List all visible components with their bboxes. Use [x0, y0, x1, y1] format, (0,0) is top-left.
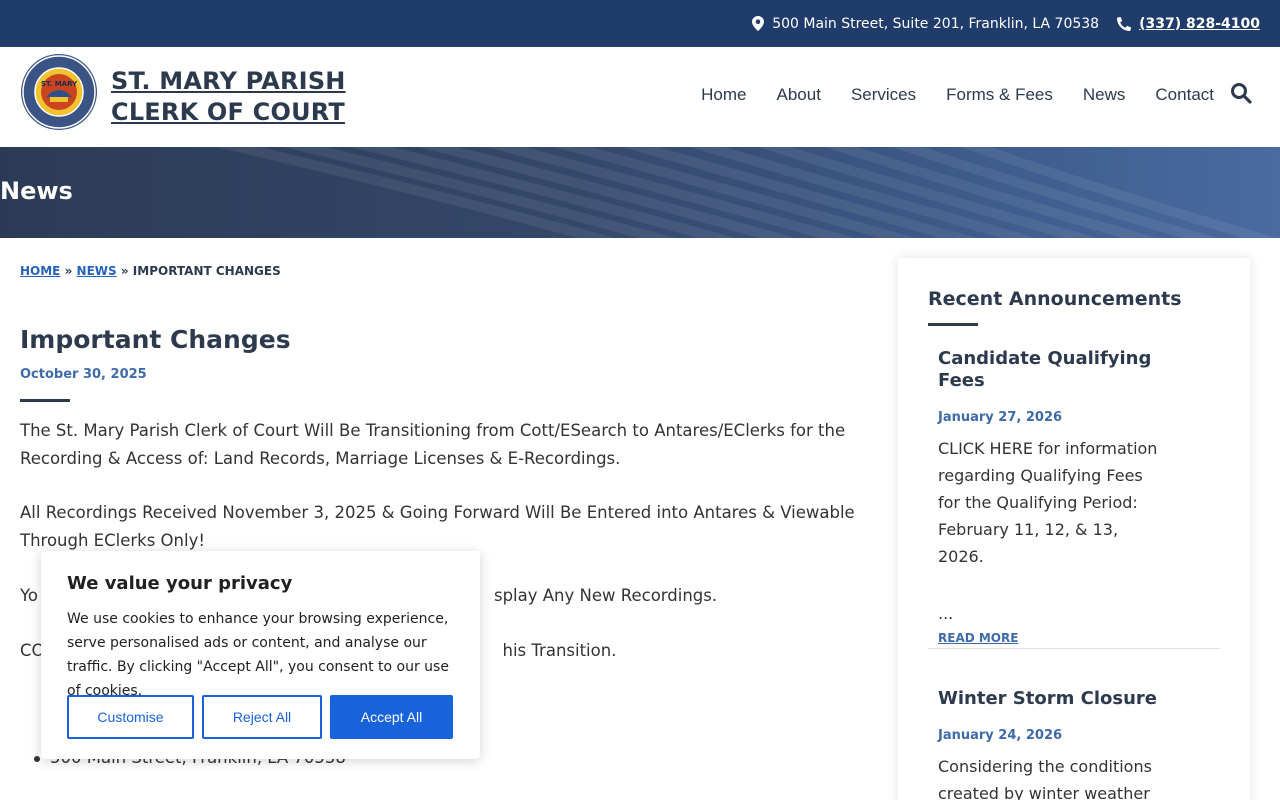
- breadcrumb-separator: »: [120, 264, 129, 278]
- location-pin-icon: [752, 16, 765, 31]
- nav-services[interactable]: Services: [851, 85, 916, 105]
- announcement-date: January 27, 2026: [938, 410, 1063, 425]
- page-title: News: [0, 177, 73, 205]
- announcement-item: Winter Storm Closure January 24, 2026 Co…: [938, 688, 1168, 800]
- phone-link[interactable]: (337) 828-4100: [1139, 16, 1260, 32]
- announcement-item: Candidate Qualifying Fees January 27, 20…: [938, 348, 1168, 645]
- svg-text:ST. MARY: ST. MARY: [41, 80, 78, 88]
- sidebar-heading-divider: [928, 323, 978, 326]
- nav-home[interactable]: Home: [701, 85, 746, 105]
- post-paragraph-3-end: splay Any New Recordings.: [493, 586, 718, 605]
- sidebar-divider: [928, 648, 1220, 649]
- sidebar-heading: Recent Announcements: [928, 288, 1182, 310]
- announcement-ellipsis: ...: [938, 604, 954, 623]
- main-nav: Home About Services Forms & Fees News Co…: [671, 85, 1214, 105]
- cookie-title: We value your privacy: [67, 573, 293, 594]
- site-title[interactable]: ST. MARY PARISH CLERK OF COURT: [111, 66, 346, 128]
- breadcrumb: HOME » NEWS » IMPORTANT CHANGES: [20, 264, 281, 278]
- reject-all-button[interactable]: Reject All: [202, 695, 322, 739]
- parish-seal-logo[interactable]: ST. MARY: [20, 53, 98, 131]
- site-title-line1[interactable]: ST. MARY PARISH: [111, 66, 346, 97]
- nav-news[interactable]: News: [1083, 85, 1126, 105]
- customise-button[interactable]: Customise: [67, 695, 194, 739]
- nav-contact[interactable]: Contact: [1155, 85, 1214, 105]
- site-header: ST. MARY ST. MARY PARISH CLERK OF COURT …: [0, 47, 1280, 147]
- phone-icon: [1117, 16, 1132, 31]
- announcement-date: January 24, 2026: [938, 728, 1063, 743]
- post-date: October 30, 2025: [20, 367, 147, 382]
- page-hero: News: [0, 147, 1280, 238]
- recent-announcements-sidebar: Recent Announcements Candidate Qualifyin…: [898, 258, 1250, 800]
- breadcrumb-current: IMPORTANT CHANGES: [132, 264, 281, 278]
- nav-forms-fees[interactable]: Forms & Fees: [946, 85, 1053, 105]
- search-icon[interactable]: [1230, 82, 1252, 104]
- post-paragraph-3-start: Yo: [20, 586, 38, 605]
- announcement-excerpt: Considering the conditions created by wi…: [938, 757, 1152, 800]
- cookie-text: We use cookies to enhance your browsing …: [67, 611, 449, 699]
- breadcrumb-home[interactable]: HOME: [20, 264, 60, 278]
- breadcrumb-separator: »: [64, 264, 73, 278]
- read-more-link[interactable]: READ MORE: [938, 631, 1168, 645]
- phone-item[interactable]: (337) 828-4100: [1117, 16, 1260, 32]
- accept-all-button[interactable]: Accept All: [330, 695, 453, 739]
- post-title: Important Changes: [20, 325, 291, 354]
- post-paragraph-4-end: his Transition.: [502, 641, 617, 660]
- announcement-title[interactable]: Winter Storm Closure: [938, 688, 1168, 710]
- breadcrumb-news[interactable]: NEWS: [77, 264, 117, 278]
- hero-pattern: [215, 147, 1278, 238]
- address-item: 500 Main Street, Suite 201, Franklin, LA…: [752, 16, 1099, 32]
- announcement-title[interactable]: Candidate Qualifying Fees: [938, 348, 1168, 392]
- cookie-consent-banner: We value your privacy We use cookies to …: [41, 551, 480, 759]
- announcement-excerpt: CLICK HERE for information regarding Qua…: [938, 439, 1158, 566]
- post-paragraph-2: All Recordings Received November 3, 2025…: [20, 503, 855, 550]
- top-bar: 500 Main Street, Suite 201, Franklin, LA…: [0, 0, 1280, 47]
- site-title-line2[interactable]: CLERK OF COURT: [111, 97, 346, 128]
- address-text: 500 Main Street, Suite 201, Franklin, LA…: [772, 15, 1100, 32]
- title-divider: [20, 399, 70, 402]
- post-paragraph-1: The St. Mary Parish Clerk of Court Will …: [20, 421, 846, 468]
- nav-about[interactable]: About: [777, 85, 821, 105]
